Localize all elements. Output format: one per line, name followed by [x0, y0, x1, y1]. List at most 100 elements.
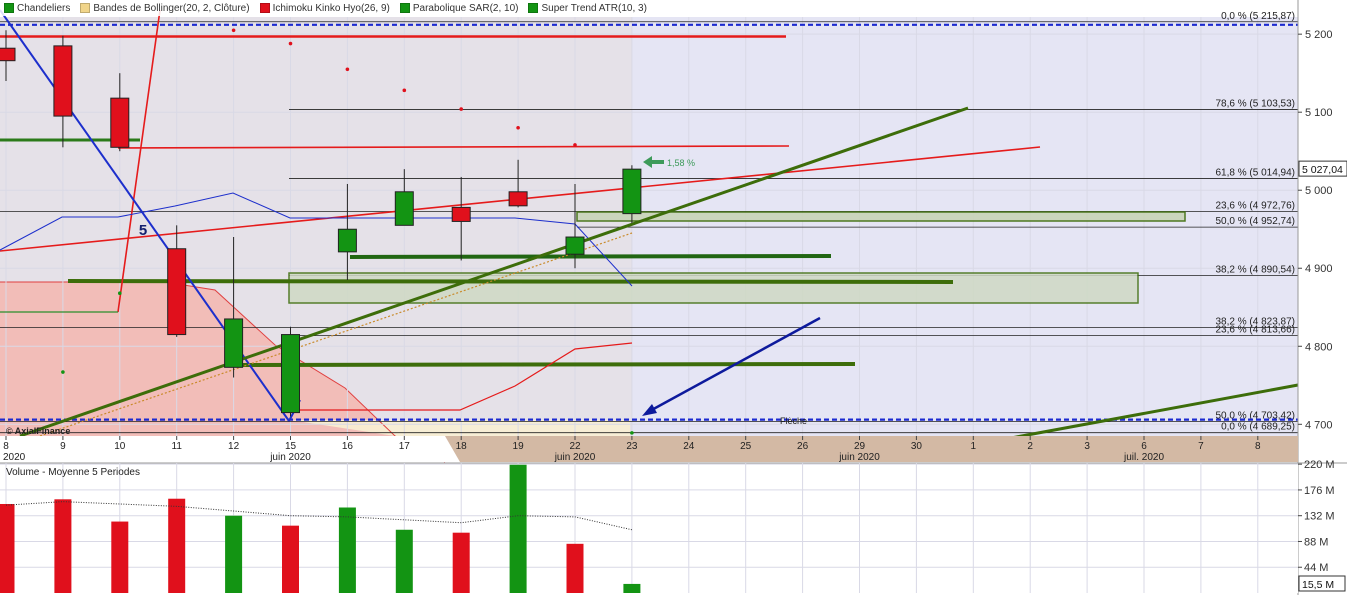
- fib-level-label: 23,6 % (4 972,76): [1216, 200, 1296, 211]
- price-tick-label: 4 800: [1305, 341, 1333, 353]
- volume-tick-label: 44 M: [1304, 562, 1328, 574]
- legend-swatch: [259, 3, 270, 13]
- volume-tick-label: 132 M: [1304, 511, 1335, 523]
- candle-body: [565, 236, 585, 255]
- indicator-legend: Chandeliers Bandes de Bollinger(20, 2, Cl…: [0, 0, 651, 16]
- date-tick-label: 2: [1027, 441, 1033, 452]
- date-tick-label: 6: [1141, 441, 1147, 452]
- support-zone-upper: [576, 211, 1186, 222]
- volume-bar: [168, 498, 186, 593]
- volume-bar: [54, 499, 72, 593]
- volume-bar: [566, 543, 584, 593]
- candle-body: [394, 191, 414, 226]
- fib-level-label: 0,0 % (5 215,87): [1221, 11, 1295, 22]
- sar-dot: [402, 88, 407, 93]
- candle-body: [224, 318, 244, 368]
- date-tick-label: 30: [911, 441, 923, 452]
- date-tick-label: 9: [60, 441, 66, 452]
- legend-label: Bandes de Bollinger(20, 2, Clôture): [93, 2, 250, 14]
- last-price-label: 5 027,04: [1302, 164, 1343, 176]
- candle-body: [622, 168, 642, 215]
- change-percent-label: 1,58 %: [667, 158, 695, 168]
- pattern-label: 5: [139, 222, 147, 239]
- volume-tick-label: 220 M: [1304, 459, 1335, 471]
- date-tick-label: 23: [626, 441, 638, 452]
- sar-dot: [345, 67, 350, 72]
- legend-swatch: [399, 3, 410, 13]
- sar-dot: [118, 291, 122, 296]
- legend-label: Parabolique SAR(2, 10): [412, 2, 519, 14]
- legend-item: Super Trend ATR(10, 3): [528, 2, 647, 14]
- date-tick-label: 16: [342, 441, 354, 452]
- sar-dot: [288, 41, 293, 46]
- fleche-label: Flèche: [780, 416, 807, 426]
- legend-item: Ichimoku Kinko Hyo(26, 9): [259, 2, 390, 14]
- date-tick-label: 12: [228, 441, 240, 452]
- fib-level-label: 61,8 % (5 014,94): [1216, 168, 1296, 179]
- sar-dot: [573, 143, 577, 147]
- price-tick-label: 4 900: [1305, 263, 1333, 275]
- date-tick-label: 24: [683, 441, 695, 452]
- volume-bar: [452, 532, 470, 593]
- date-tick-label: 8: [1255, 441, 1261, 452]
- fib-level-label: 50,0 % (4 952,74): [1216, 216, 1296, 227]
- legend-item: Chandeliers: [4, 3, 70, 14]
- legend-item: Bandes de Bollinger(20, 2, Clôture): [80, 2, 250, 14]
- price-tick-label: 5 100: [1305, 107, 1333, 119]
- price-tick-label: 4 700: [1305, 419, 1333, 431]
- legend-swatch: [80, 3, 91, 13]
- support-line-long: [67, 279, 954, 284]
- price-volume-chart: 0,0 % (5 215,87) 78,6 % (5 103,53) 61,8 % …: [0, 0, 1347, 595]
- date-tick-label: 15: [285, 441, 297, 452]
- month-label: juin 2020: [554, 452, 596, 463]
- date-tick-label: 29: [854, 441, 866, 452]
- fib-level-label: 23,6 % (4 813,66): [1216, 325, 1296, 336]
- candle-body: [0, 47, 16, 62]
- fib-level-label: 0,0 % (4 689,25): [1221, 422, 1295, 433]
- legend-label: Ichimoku Kinko Hyo(26, 9): [272, 2, 390, 14]
- sar-dot: [459, 107, 464, 111]
- month-label: juin 2020: [269, 452, 311, 463]
- sar-dot: [516, 125, 520, 130]
- price-tick-label: 5 200: [1305, 29, 1333, 41]
- legend-label: Chandeliers: [17, 2, 71, 14]
- volume-tick-label: 88 M: [1304, 536, 1328, 548]
- sar-dot: [231, 28, 236, 33]
- candle-body: [508, 191, 528, 207]
- volume-bar: [0, 503, 15, 593]
- volume-tick-label: 176 M: [1304, 485, 1335, 497]
- date-tick-label: 1: [971, 441, 977, 452]
- legend-label: Super Trend ATR(10, 3): [541, 2, 647, 14]
- volume-bar: [395, 529, 413, 593]
- date-tick-label: 11: [172, 441, 183, 452]
- legend-item: Parabolique SAR(2, 10): [399, 2, 519, 14]
- candle-body: [451, 206, 471, 222]
- date-tick-label: 26: [797, 441, 809, 452]
- volume-bar: [111, 521, 129, 593]
- volume-bar: [225, 515, 243, 593]
- month-label: 2020: [3, 452, 26, 463]
- date-tick-label: 10: [114, 441, 126, 452]
- date-tick-label: 8: [3, 441, 9, 452]
- legend-swatch: [4, 3, 14, 13]
- date-tick-label: 18: [456, 441, 468, 452]
- volume-last-label: 15,5 M: [1302, 579, 1334, 591]
- date-tick-label: 7: [1198, 441, 1204, 452]
- volume-bar: [338, 507, 356, 593]
- support-line-low: [229, 362, 856, 367]
- legend-swatch: [528, 3, 539, 13]
- date-tick-label: 17: [399, 441, 411, 452]
- candle-body: [53, 45, 73, 117]
- month-label: juil. 2020: [1123, 452, 1164, 463]
- date-tick-label: 25: [740, 441, 752, 452]
- price-axis-background: [1298, 0, 1347, 595]
- date-tick-label: 19: [513, 441, 525, 452]
- sar-dot: [630, 431, 634, 435]
- sar-dot: [61, 370, 65, 374]
- price-tick-label: 5 000: [1305, 185, 1333, 197]
- support-line: [349, 254, 832, 259]
- volume-bar: [282, 525, 299, 593]
- candle-body: [110, 97, 130, 148]
- candle-body: [167, 248, 187, 336]
- watermark: © AxialFinance: [6, 426, 70, 436]
